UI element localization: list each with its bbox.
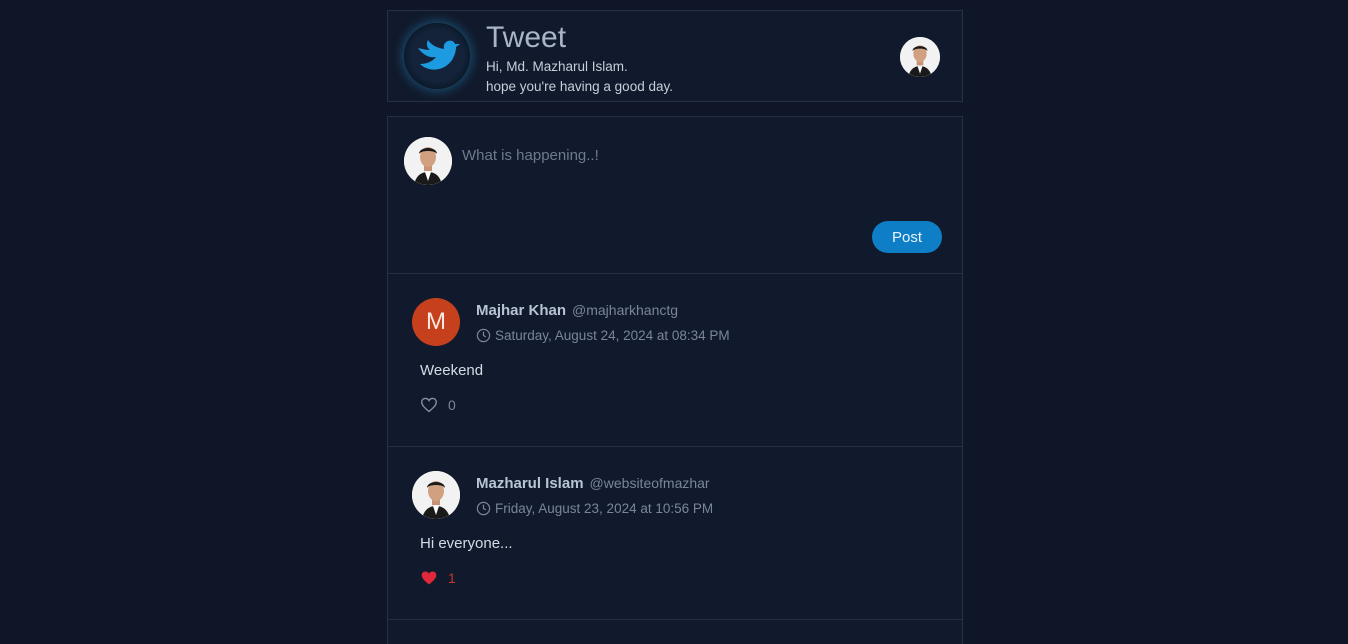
clock-icon (476, 328, 491, 343)
greeting-message: hope you're having a good day. (486, 79, 673, 94)
tweet-input[interactable] (460, 139, 934, 171)
greeting-name: Hi, Md. Mazharul Islam. (486, 59, 628, 74)
author-name: Mazharul Islam @websiteofmazhar (476, 475, 710, 492)
author-handle: @websiteofmazhar (589, 475, 710, 491)
like-count: 0 (448, 397, 456, 413)
heart-filled-icon[interactable] (420, 570, 438, 586)
clock-icon (476, 501, 491, 516)
timestamp-text: Friday, August 23, 2024 at 10:56 PM (495, 501, 714, 516)
author-name: Majhar Khan @majharkhanctg (476, 302, 678, 319)
tweet-item (387, 619, 963, 644)
like-button[interactable]: 0 (420, 397, 456, 413)
post-button[interactable]: Post (872, 221, 942, 253)
tweet-composer: Post (387, 116, 963, 274)
tweet-text: Hi everyone... (420, 535, 513, 552)
tweet-timestamp: Friday, August 23, 2024 at 10:56 PM (476, 501, 713, 516)
author-display-name[interactable]: Mazharul Islam (476, 475, 584, 492)
tweet-item: M Majhar Khan @majharkhanctg Saturday, Au… (387, 273, 963, 446)
tweet-timestamp: Saturday, August 24, 2024 at 08:34 PM (476, 328, 730, 343)
bird-logo-icon (404, 23, 470, 89)
tweet-text: Weekend (420, 362, 484, 379)
like-count: 1 (448, 570, 456, 586)
composer-avatar (404, 137, 452, 185)
app-title: Tweet (486, 21, 567, 54)
author-handle: @majharkhanctg (572, 302, 679, 318)
heart-outline-icon[interactable] (420, 397, 438, 413)
app-header: Tweet Hi, Md. Mazharul Islam. hope you'r… (387, 10, 963, 102)
author-avatar[interactable]: M (412, 298, 460, 346)
author-display-name[interactable]: Majhar Khan (476, 302, 566, 319)
tweet-item: Mazharul Islam @websiteofmazhar Friday, A… (387, 446, 963, 619)
timestamp-text: Saturday, August 24, 2024 at 08:34 PM (495, 328, 730, 343)
author-avatar[interactable] (412, 471, 460, 519)
user-avatar[interactable] (900, 37, 940, 77)
like-button[interactable]: 1 (420, 570, 456, 586)
greeting: Hi, Md. Mazharul Islam. hope you're havi… (486, 57, 673, 97)
